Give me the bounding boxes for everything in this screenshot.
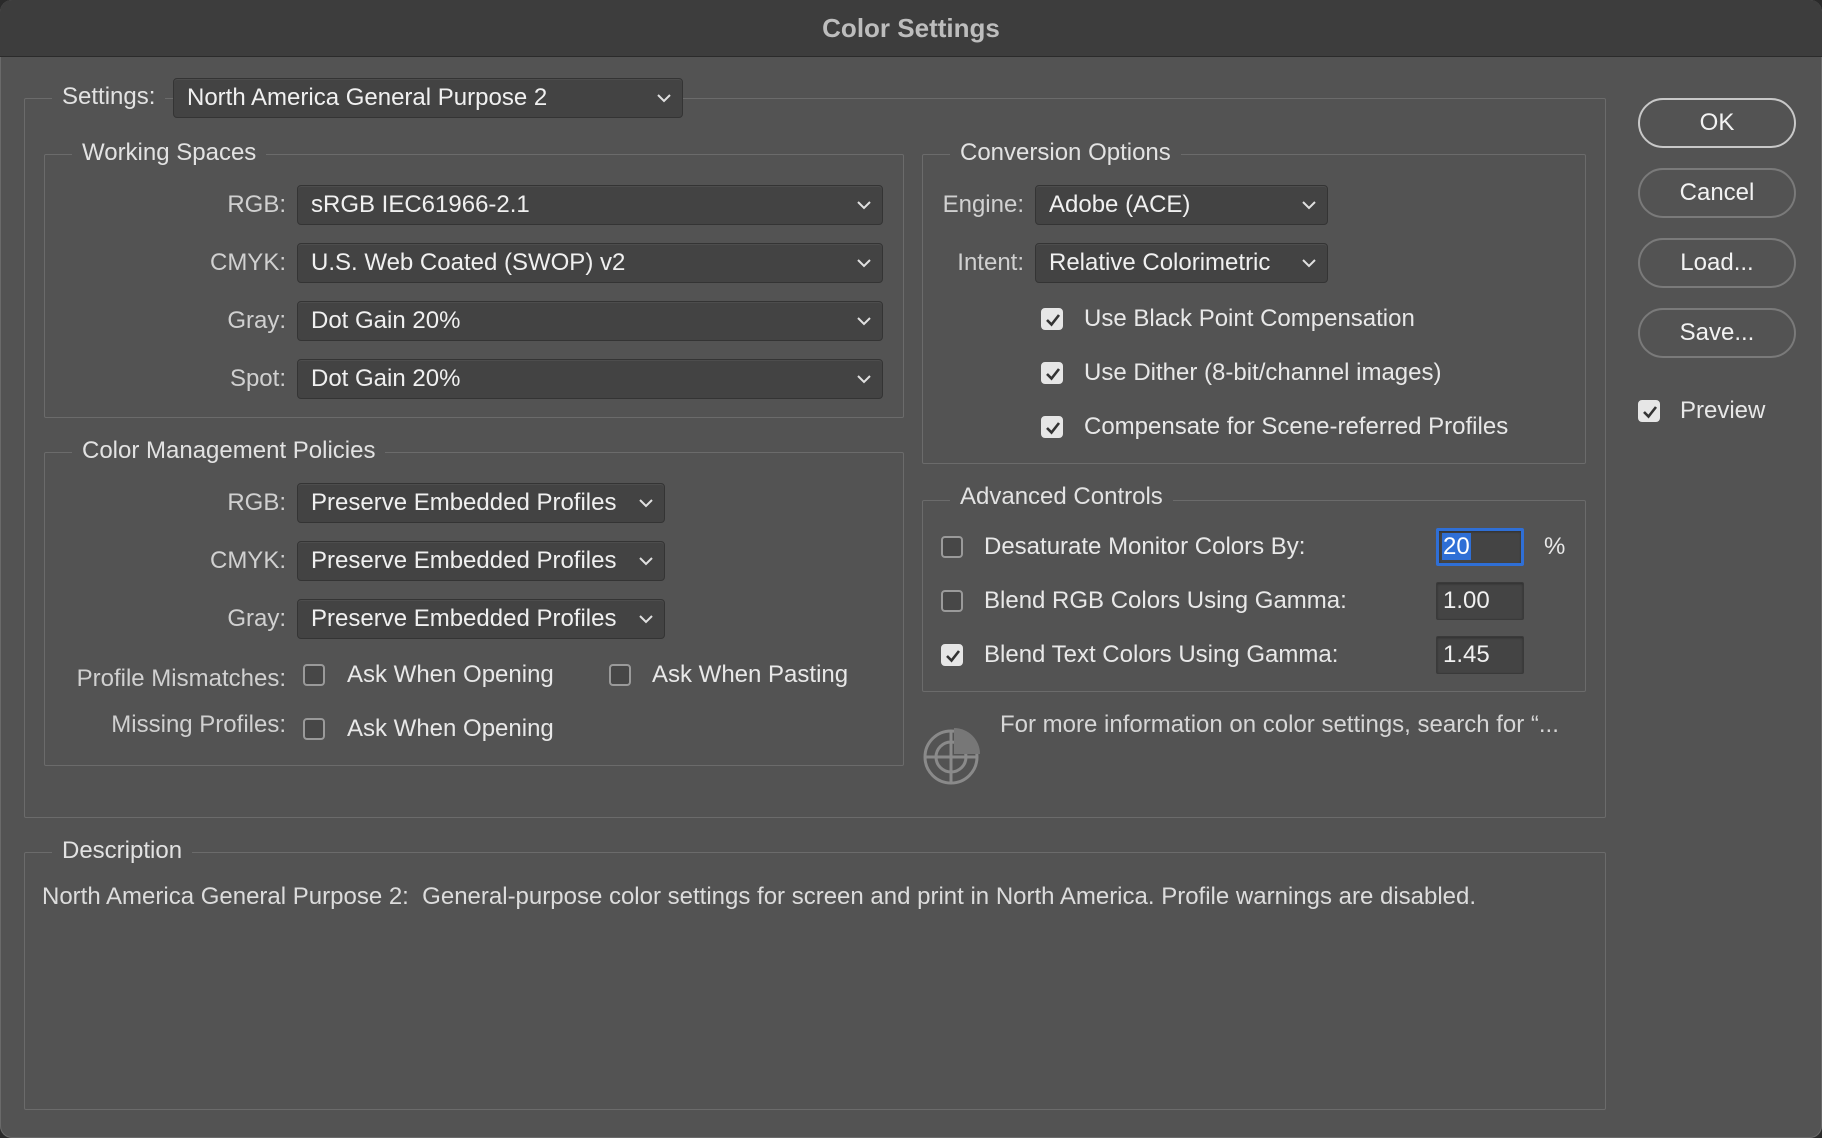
- color-wheel-icon: [922, 724, 984, 786]
- missing-ask-opening-checkbox[interactable]: [303, 718, 325, 740]
- policy-cmyk-label: CMYK:: [209, 547, 286, 574]
- chevron-down-icon: [636, 542, 656, 580]
- mismatch-ask-opening-checkbox[interactable]: [303, 664, 325, 686]
- missing-ask-opening-label: Ask When Opening: [347, 715, 554, 742]
- chevron-down-icon: [854, 360, 874, 398]
- policy-cmyk-value: Preserve Embedded Profiles: [311, 547, 617, 574]
- blend-text-input[interactable]: 1.45: [1436, 636, 1524, 674]
- color-settings-dialog: Color Settings Settings: North America G…: [0, 0, 1822, 1138]
- intent-label: Intent:: [957, 249, 1024, 276]
- ws-spot-label: Spot:: [229, 365, 286, 392]
- description-title: Description: [52, 836, 193, 866]
- profile-mismatches-label: Profile Mismatches:: [76, 665, 286, 692]
- desaturate-value: 20: [1442, 533, 1471, 560]
- desaturate-input[interactable]: 20: [1436, 528, 1524, 566]
- chevron-down-icon: [1299, 244, 1319, 282]
- chevron-down-icon: [854, 186, 874, 224]
- blend-rgb-label: Blend RGB Colors Using Gamma:: [984, 587, 1347, 614]
- intent-value: Relative Colorimetric: [1049, 249, 1271, 276]
- settings-dropdown[interactable]: North America General Purpose 2: [173, 78, 683, 118]
- black-point-checkbox[interactable]: [1041, 308, 1063, 330]
- checkmark-icon: [1046, 314, 1061, 327]
- intent-dropdown[interactable]: Relative Colorimetric: [1035, 243, 1328, 283]
- ws-rgb-dropdown[interactable]: sRGB IEC61966-2.1: [297, 185, 883, 225]
- info-text: For more information on color settings, …: [1000, 711, 1559, 738]
- settings-dropdown-value: North America General Purpose 2: [187, 84, 548, 111]
- blend-rgb-input[interactable]: 1.00: [1436, 582, 1524, 620]
- mismatch-ask-opening-label: Ask When Opening: [347, 661, 554, 688]
- preview-label: Preview: [1680, 397, 1766, 424]
- mismatch-ask-pasting-checkbox[interactable]: [609, 664, 631, 686]
- policy-gray-label: Gray:: [227, 605, 286, 632]
- policy-cmyk-dropdown[interactable]: Preserve Embedded Profiles: [297, 541, 665, 581]
- blend-rgb-value: 1.00: [1443, 587, 1490, 614]
- chevron-down-icon: [854, 302, 874, 340]
- blend-text-checkbox[interactable]: [941, 644, 963, 666]
- scene-referred-label: Compensate for Scene-referred Profiles: [1084, 413, 1509, 440]
- ws-cmyk-value: U.S. Web Coated (SWOP) v2: [311, 249, 626, 276]
- chevron-down-icon: [854, 244, 874, 282]
- ws-rgb-label: RGB:: [227, 191, 286, 218]
- chevron-down-icon: [636, 600, 656, 638]
- working-spaces-title: Working Spaces: [72, 138, 267, 168]
- scene-referred-checkbox[interactable]: [1041, 416, 1063, 438]
- ws-spot-value: Dot Gain 20%: [311, 365, 461, 392]
- policies-title: Color Management Policies: [72, 436, 386, 466]
- checkmark-icon: [1046, 368, 1061, 381]
- ws-rgb-value: sRGB IEC61966-2.1: [311, 191, 530, 218]
- ws-gray-label: Gray:: [227, 307, 286, 334]
- black-point-label: Use Black Point Compensation: [1084, 305, 1415, 332]
- policy-gray-value: Preserve Embedded Profiles: [311, 605, 617, 632]
- policy-gray-dropdown[interactable]: Preserve Embedded Profiles: [297, 599, 665, 639]
- policy-rgb-label: RGB:: [227, 489, 286, 516]
- dither-checkbox[interactable]: [1041, 362, 1063, 384]
- chevron-down-icon: [654, 79, 674, 117]
- blend-rgb-checkbox[interactable]: [941, 590, 963, 612]
- save-button[interactable]: Save...: [1638, 308, 1796, 358]
- window-title: Color Settings: [0, 0, 1822, 57]
- engine-dropdown[interactable]: Adobe (ACE): [1035, 185, 1328, 225]
- advanced-title: Advanced Controls: [950, 482, 1173, 512]
- conversion-title: Conversion Options: [950, 138, 1181, 168]
- ws-gray-dropdown[interactable]: Dot Gain 20%: [297, 301, 883, 341]
- policy-rgb-dropdown[interactable]: Preserve Embedded Profiles: [297, 483, 665, 523]
- chevron-down-icon: [1299, 186, 1319, 224]
- description-text: North America General Purpose 2: General…: [42, 883, 1477, 910]
- chevron-down-icon: [636, 484, 656, 522]
- percent-unit: %: [1544, 533, 1566, 560]
- checkmark-icon: [1046, 422, 1061, 435]
- desaturate-checkbox[interactable]: [941, 536, 963, 558]
- missing-profiles-label: Missing Profiles:: [111, 711, 286, 738]
- checkmark-icon: [946, 650, 961, 663]
- desaturate-label: Desaturate Monitor Colors By:: [984, 533, 1306, 560]
- ws-cmyk-label: CMYK:: [209, 249, 286, 276]
- policy-rgb-value: Preserve Embedded Profiles: [311, 489, 617, 516]
- ok-button[interactable]: OK: [1638, 98, 1796, 148]
- engine-label: Engine:: [942, 191, 1024, 218]
- blend-text-value: 1.45: [1443, 641, 1490, 668]
- ws-cmyk-dropdown[interactable]: U.S. Web Coated (SWOP) v2: [297, 243, 883, 283]
- mismatch-ask-pasting-label: Ask When Pasting: [652, 661, 849, 688]
- engine-value: Adobe (ACE): [1049, 191, 1191, 218]
- load-button[interactable]: Load...: [1638, 238, 1796, 288]
- ws-spot-dropdown[interactable]: Dot Gain 20%: [297, 359, 883, 399]
- blend-text-label: Blend Text Colors Using Gamma:: [984, 641, 1339, 668]
- checkmark-icon: [1643, 406, 1658, 419]
- cancel-button[interactable]: Cancel: [1638, 168, 1796, 218]
- dither-label: Use Dither (8-bit/channel images): [1084, 359, 1442, 386]
- settings-label: Settings:: [52, 82, 166, 112]
- ws-gray-value: Dot Gain 20%: [311, 307, 461, 334]
- preview-checkbox[interactable]: [1638, 400, 1660, 422]
